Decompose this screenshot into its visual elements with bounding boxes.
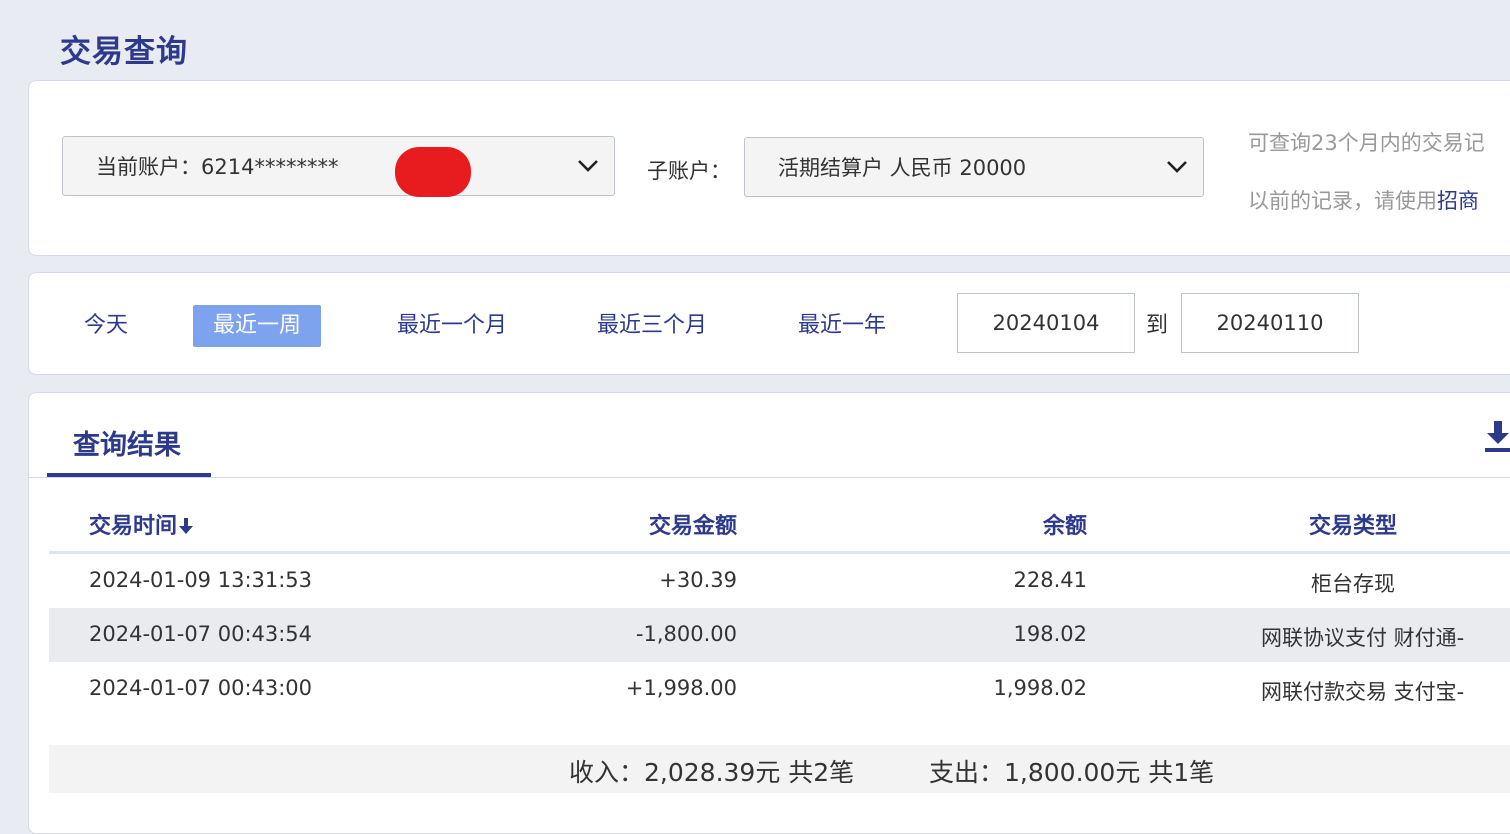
column-header-time-label: 交易时间 <box>89 514 178 539</box>
cell-balance: 228.41 <box>1013 568 1087 592</box>
transactions-table: 交易时间 交易金额 余额 交易类型 2024-01-09 13:31:53 +3… <box>49 493 1510 716</box>
current-account-label: 当前账户：6214******** <box>96 155 339 179</box>
sub-account-select[interactable]: 活期结算户 人民币 20000 <box>744 137 1204 197</box>
cell-amount: -1,800.00 <box>635 622 737 646</box>
cell-balance: 1,998.02 <box>993 676 1087 700</box>
cell-type: 柜台存现 <box>1311 572 1395 596</box>
tab-query-result[interactable]: 查询结果 <box>73 423 181 462</box>
chevron-down-icon <box>1167 161 1187 173</box>
query-range-note: 可查询23个月内的交易记 <box>1248 131 1485 155</box>
result-panel: 查询结果 交易时间 交易金额 余额 交易类型 2024-01-09 13:31:… <box>28 392 1510 834</box>
column-header-time[interactable]: 交易时间 <box>89 508 194 540</box>
cell-amount: +1,998.00 <box>625 676 737 700</box>
range-month-button[interactable]: 最近一个月 <box>397 305 507 347</box>
cell-time: 2024-01-07 00:43:54 <box>89 622 313 646</box>
summary-income: 收入：2,028.39元 共2笔 <box>569 758 855 787</box>
range-year-button[interactable]: 最近一年 <box>798 305 886 347</box>
history-note-link[interactable]: 招商 <box>1437 189 1479 213</box>
summary-expense: 支出：1,800.00元 共1笔 <box>929 758 1215 787</box>
redaction-mark <box>395 147 471 197</box>
column-header-balance: 余额 <box>1042 514 1087 539</box>
column-header-amount: 交易金额 <box>648 514 737 539</box>
cell-time: 2024-01-09 13:31:53 <box>89 568 313 592</box>
date-separator: 到 <box>1146 313 1169 338</box>
sort-down-icon[interactable] <box>179 518 194 534</box>
chevron-down-icon <box>578 160 598 172</box>
sub-account-value: 活期结算户 人民币 20000 <box>778 156 1027 180</box>
sub-account-label: 子账户： <box>647 159 731 183</box>
cell-time: 2024-01-07 00:43:00 <box>89 676 313 700</box>
table-row[interactable]: 2024-01-09 13:31:53 +30.39 228.41 柜台存现 <box>49 554 1510 608</box>
table-row[interactable]: 2024-01-07 00:43:54 -1,800.00 198.02 网联协… <box>49 608 1510 662</box>
cell-balance: 198.02 <box>1013 622 1087 646</box>
date-range-panel: 今天 最近一周 最近一个月 最近三个月 最近一年 到 <box>28 272 1510 375</box>
page-title: 交易查询 <box>60 34 188 70</box>
table-header: 交易时间 交易金额 余额 交易类型 <box>49 493 1510 554</box>
divider <box>29 477 1510 478</box>
table-row[interactable]: 2024-01-07 00:43:00 +1,998.00 1,998.02 网… <box>49 662 1510 716</box>
history-note: 以前的记录，请使用招商 <box>1248 185 1479 215</box>
history-note-text: 以前的记录，请使用 <box>1248 189 1437 213</box>
range-week-button[interactable]: 最近一周 <box>193 305 322 347</box>
cell-type: 网联付款交易 支付宝- <box>1261 680 1465 704</box>
download-icon[interactable] <box>1483 419 1510 453</box>
summary-bar: 收入：2,028.39元 共2笔 支出：1,800.00元 共1笔 <box>49 745 1510 793</box>
range-three-months-button[interactable]: 最近三个月 <box>597 305 707 347</box>
current-account-select[interactable]: 当前账户：6214******** <box>62 136 615 197</box>
range-today-button[interactable]: 今天 <box>84 305 128 347</box>
end-date-input[interactable] <box>1181 293 1359 353</box>
cell-amount: +30.39 <box>659 568 737 592</box>
cell-type: 网联协议支付 财付通- <box>1261 626 1465 650</box>
account-panel: 当前账户：6214******** 子账户： 活期结算户 人民币 20000 可… <box>28 80 1510 256</box>
start-date-input[interactable] <box>957 293 1135 353</box>
column-header-type: 交易类型 <box>1309 514 1398 539</box>
